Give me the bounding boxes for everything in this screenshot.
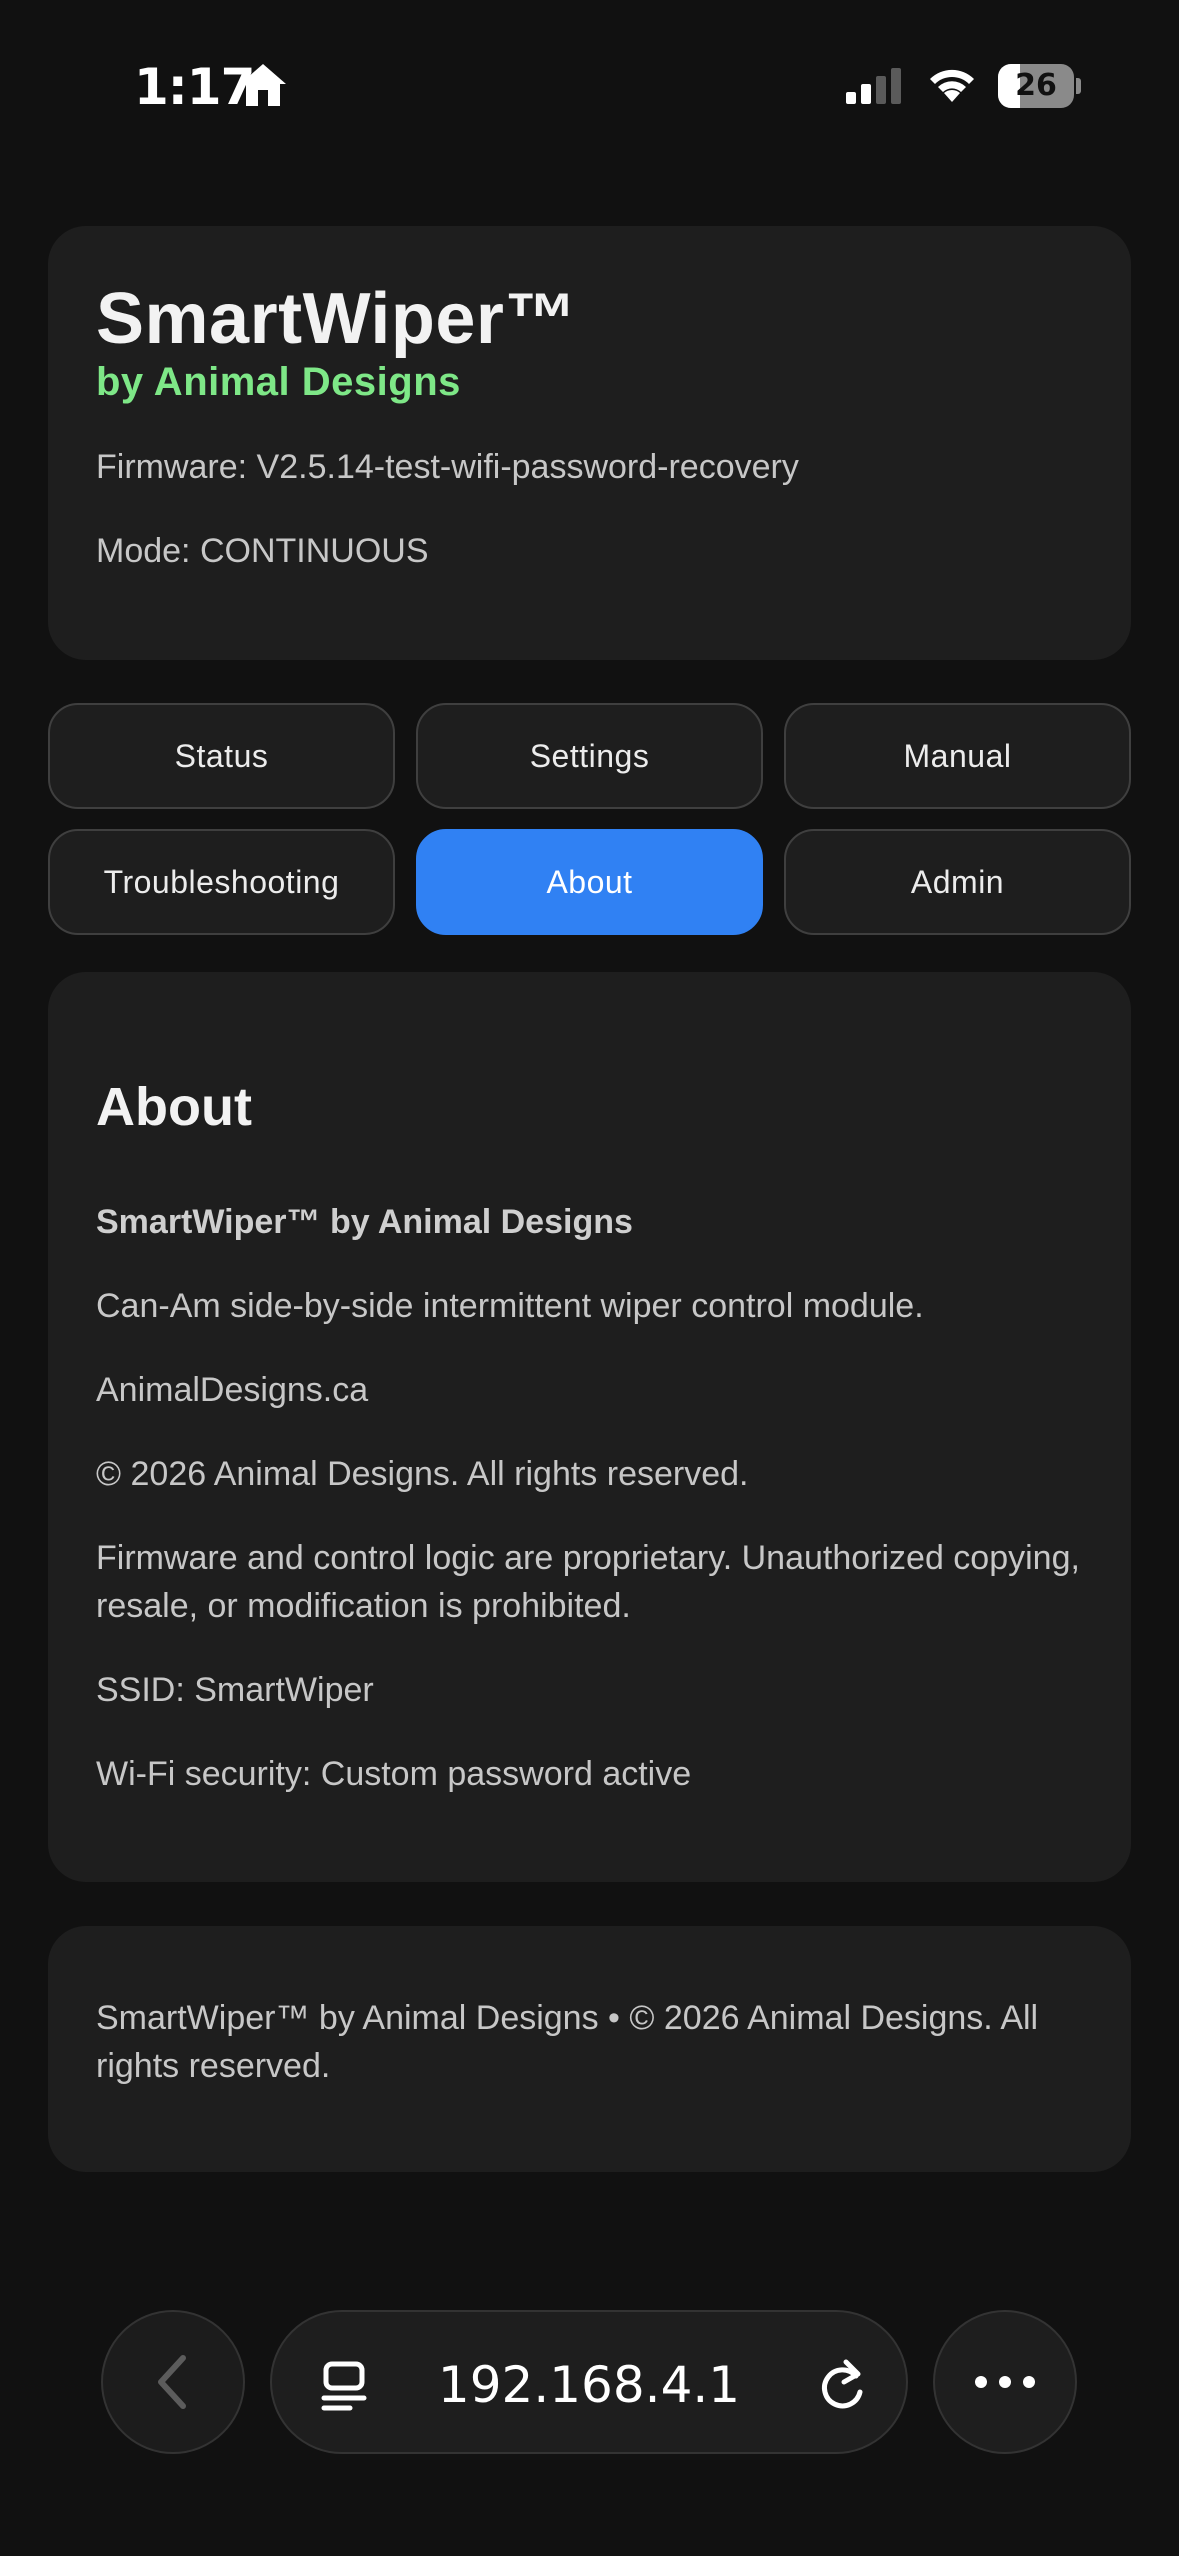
- tab-admin[interactable]: Admin: [784, 829, 1131, 935]
- tab-settings[interactable]: Settings: [416, 703, 763, 809]
- chevron-left-icon: [158, 2355, 186, 2409]
- about-heading: About: [96, 1077, 252, 1137]
- more-options-button[interactable]: [933, 2310, 1077, 2454]
- about-wifi-security: Wi-Fi security: Custom password active: [96, 1755, 692, 1793]
- about-website: AnimalDesigns.ca: [96, 1371, 369, 1409]
- ellipsis-icon: [975, 2376, 1035, 2388]
- battery-icon: 26: [998, 64, 1081, 108]
- about-copyright: © 2026 Animal Designs. All rights reserv…: [96, 1455, 749, 1493]
- firmware-version: Firmware: V2.5.14-test-wifi-password-rec…: [96, 448, 799, 486]
- wifi-icon: [930, 69, 974, 102]
- tab-troubleshooting[interactable]: Troubleshooting: [48, 829, 395, 935]
- home-icon: [240, 64, 286, 106]
- tab-status[interactable]: Status: [48, 703, 395, 809]
- back-button[interactable]: [101, 2310, 245, 2454]
- about-panel: About SmartWiper™ by Animal Designs Can-…: [48, 972, 1131, 1882]
- url-text[interactable]: 192.168.4.1: [272, 2356, 906, 2414]
- address-bar[interactable]: 192.168.4.1: [270, 2310, 908, 2454]
- status-bar: 1:17 26: [0, 0, 1179, 176]
- tab-manual[interactable]: Manual: [784, 703, 1131, 809]
- footer-text: SmartWiper™ by Animal Designs • © 2026 A…: [96, 1999, 1039, 2085]
- app-title: SmartWiper™: [96, 279, 577, 359]
- about-legal-notice: Firmware and control logic are proprieta…: [96, 1539, 1080, 1625]
- cellular-signal-icon: [846, 68, 901, 104]
- about-product-name: SmartWiper™ by Animal Designs: [96, 1203, 633, 1241]
- battery-level: 26: [1015, 68, 1057, 103]
- mode-status: Mode: CONTINUOUS: [96, 532, 429, 570]
- status-time: 1:17: [134, 58, 255, 116]
- footer: SmartWiper™ by Animal Designs • © 2026 A…: [48, 1926, 1131, 2172]
- header-card: SmartWiper™ by Animal Designs Firmware: …: [48, 226, 1131, 660]
- about-ssid: SSID: SmartWiper: [96, 1671, 374, 1709]
- reload-icon[interactable]: [816, 2358, 868, 2414]
- about-description: Can-Am side-by-side intermittent wiper c…: [96, 1287, 924, 1325]
- tab-about[interactable]: About: [416, 829, 763, 935]
- app-subtitle: by Animal Designs: [96, 360, 461, 404]
